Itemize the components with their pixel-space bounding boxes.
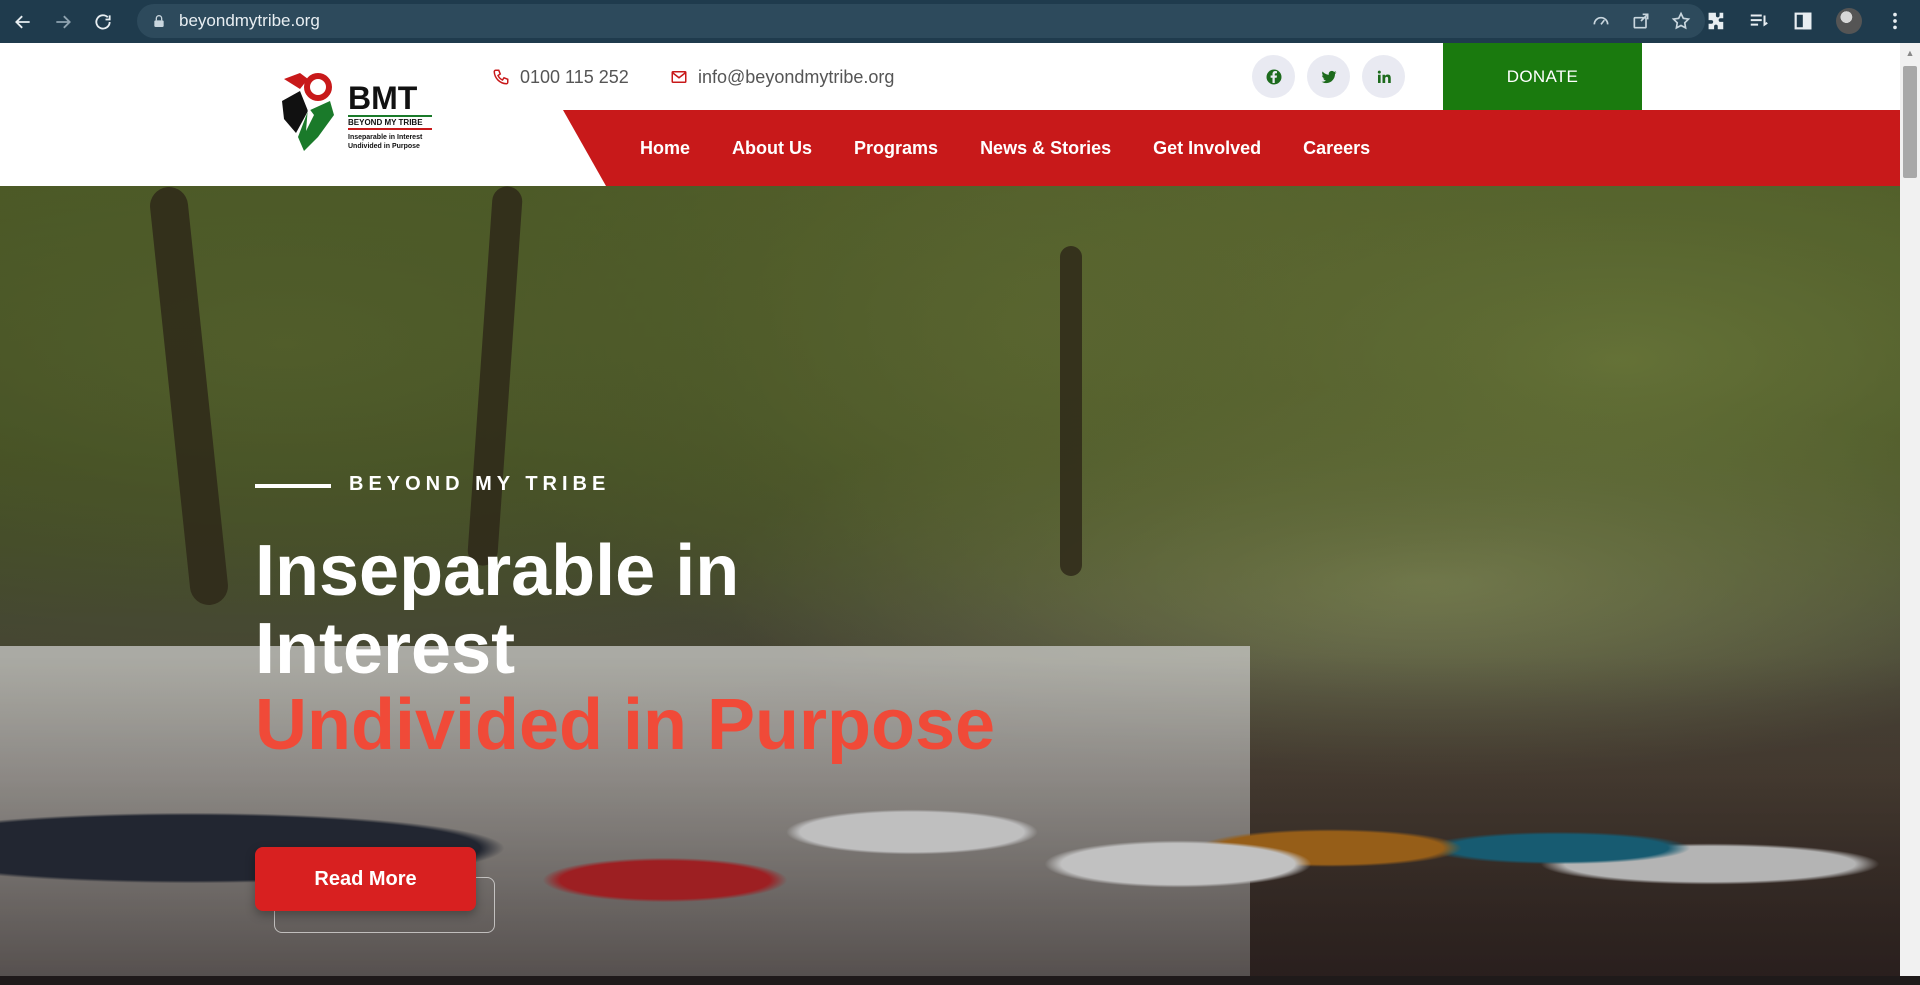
back-button[interactable]	[6, 5, 40, 39]
scroll-up-arrow-icon[interactable]: ▲	[1905, 48, 1915, 58]
facebook-icon	[1266, 69, 1281, 84]
reading-list-icon[interactable]	[1748, 10, 1770, 32]
header-phone[interactable]: 0100 115 252	[492, 65, 629, 89]
forward-button[interactable]	[46, 5, 80, 39]
nav-get-involved[interactable]: Get Involved	[1153, 138, 1261, 159]
scrollbar-thumb[interactable]	[1903, 66, 1917, 178]
page-scrollbar[interactable]	[1900, 43, 1920, 976]
logo-tagline-2: Undivided in Purpose	[348, 143, 420, 150]
site-logo[interactable]: BMT BEYOND MY TRIBE Inseparable in Inter…	[278, 71, 438, 155]
linkedin-link[interactable]	[1362, 55, 1405, 98]
reload-button[interactable]	[86, 5, 120, 39]
browser-menu-icon[interactable]	[1884, 10, 1906, 32]
logo-subtitle: BEYOND MY TRIBE	[348, 115, 432, 130]
phone-number: 0100 115 252	[520, 66, 629, 87]
nav-news-stories[interactable]: News & Stories	[980, 138, 1111, 159]
profile-avatar[interactable]	[1836, 8, 1862, 34]
logo-tagline-1: Inseparable in Interest	[348, 134, 423, 141]
donate-button[interactable]: DONATE	[1443, 43, 1642, 110]
performance-icon[interactable]	[1591, 11, 1611, 31]
logo-wordmark: BMT	[348, 80, 418, 116]
envelope-icon	[671, 71, 687, 83]
forward-arrow-icon	[56, 15, 71, 28]
reload-icon	[95, 13, 111, 30]
linkedin-icon	[1377, 70, 1391, 83]
side-panel-icon[interactable]	[1792, 10, 1814, 32]
eyebrow-line	[255, 484, 331, 488]
window-bottom-edge	[0, 976, 1920, 985]
back-arrow-icon	[15, 15, 30, 28]
main-nav: Home About Us Programs News & Stories Ge…	[640, 110, 1370, 186]
phone-icon	[493, 69, 509, 85]
lock-icon	[154, 15, 164, 27]
twitter-icon	[1321, 70, 1336, 83]
header-email[interactable]: info@beyondmytribe.org	[670, 65, 894, 89]
hero-title-highlight: Undivided in Purpose	[255, 685, 996, 765]
hero-eyebrow: BEYOND MY TRIBE	[349, 473, 611, 495]
hero-title: Inseparable in Interest	[255, 532, 955, 688]
hero-title-line1: Inseparable in	[255, 531, 740, 611]
nav-careers[interactable]: Careers	[1303, 138, 1370, 159]
twitter-link[interactable]	[1307, 55, 1350, 98]
address-bar[interactable]: beyondmytribe.org	[137, 4, 1705, 38]
share-icon[interactable]	[1631, 11, 1651, 31]
social-links	[1252, 55, 1405, 98]
hero-section: BEYOND MY TRIBE Inseparable in Interest …	[0, 186, 1900, 976]
url-text: beyondmytribe.org	[179, 11, 320, 30]
browser-toolbar: beyondmytribe.org	[0, 0, 1920, 43]
read-more-button[interactable]: Read More	[255, 847, 476, 911]
nav-about-us[interactable]: About Us	[732, 138, 812, 159]
site-header: BMT BEYOND MY TRIBE Inseparable in Inter…	[0, 43, 1900, 186]
hero-title-line2: Interest	[255, 609, 516, 689]
kenya-map-logo-icon	[282, 73, 334, 151]
email-address: info@beyondmytribe.org	[698, 66, 895, 87]
facebook-link[interactable]	[1252, 55, 1295, 98]
bookmark-star-icon[interactable]	[1671, 11, 1691, 31]
nav-programs[interactable]: Programs	[854, 138, 938, 159]
nav-home[interactable]: Home	[640, 138, 690, 159]
extensions-puzzle-icon[interactable]	[1704, 10, 1726, 32]
